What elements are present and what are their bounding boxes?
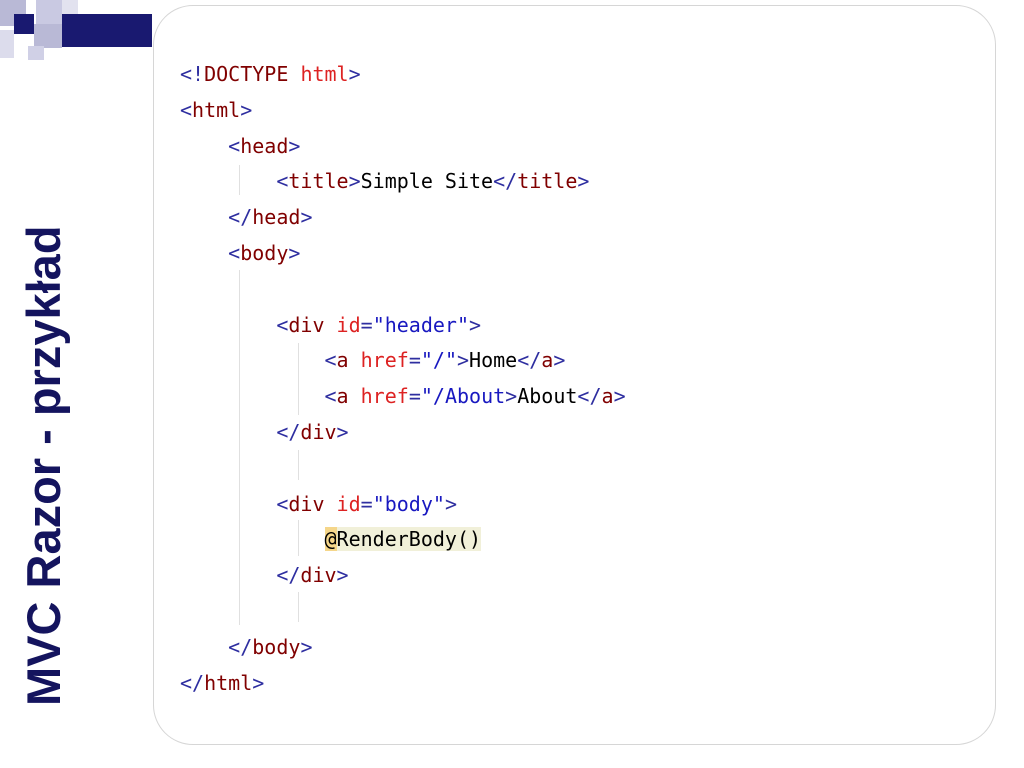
code-line-div-body: <div id="body"> <box>276 491 457 516</box>
code-line-head-close: </head> <box>228 205 313 230</box>
code-line-body-close: </body> <box>228 634 313 659</box>
code-line-title: <title>Simple Site</title> <box>276 169 590 194</box>
code-line-div-header: <div id="header"> <box>276 312 482 337</box>
code-line-html-close: </html> <box>180 670 265 695</box>
logo-bar <box>62 14 152 47</box>
code-line-link-home: <a href="/">Home</a> <box>324 348 566 373</box>
code-line-div-close: </div> <box>276 563 349 588</box>
slide-title: MVC Razor - przykład <box>17 225 70 706</box>
code-line-head-open: <head> <box>228 133 301 158</box>
code-line-renderbody: @RenderBody() <box>324 527 482 552</box>
code-block: <!DOCTYPE html> <html> <head> <title>Sim… <box>180 57 626 701</box>
code-line-doctype: <!DOCTYPE html> <box>180 62 361 86</box>
code-line-html-open: <html> <box>180 97 253 122</box>
code-line-body-open: <body> <box>228 240 301 265</box>
code-line-div-close: </div> <box>276 419 349 444</box>
code-line-link-about: <a href="/About>About</a> <box>324 384 626 409</box>
logo-mosaic <box>0 0 160 62</box>
